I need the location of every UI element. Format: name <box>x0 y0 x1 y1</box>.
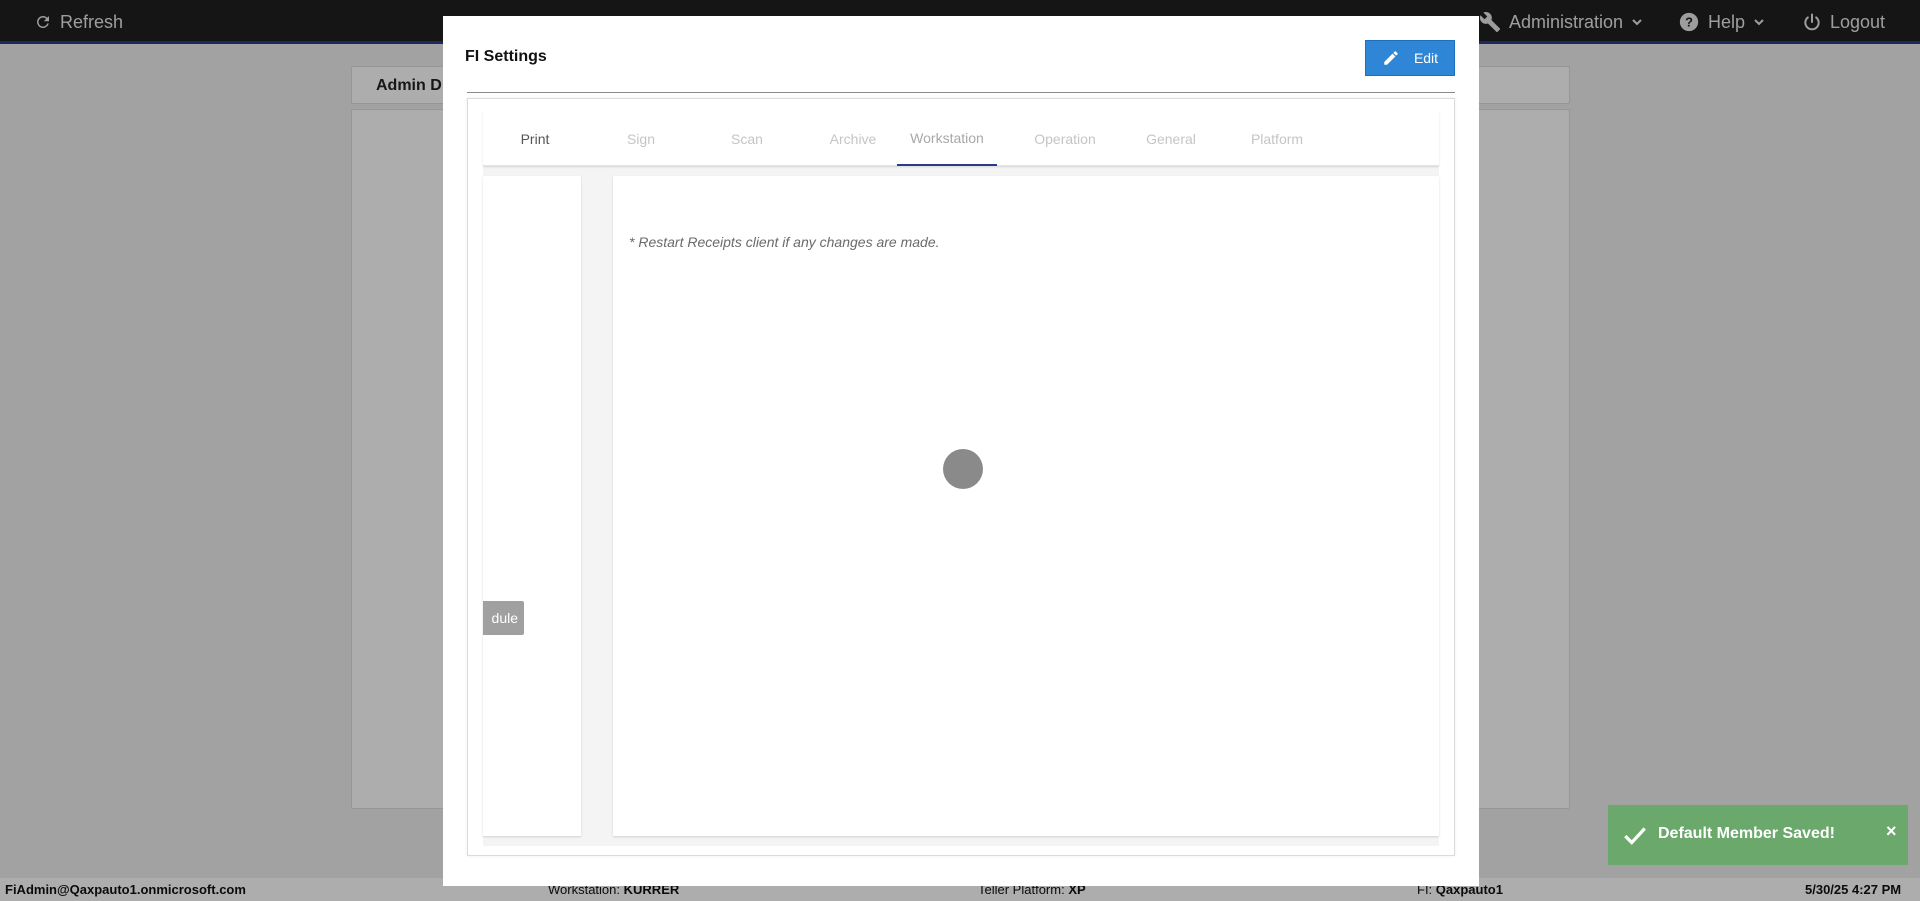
pencil-icon <box>1384 51 1398 65</box>
tab-workstation[interactable]: Workstation <box>897 111 997 166</box>
edit-button[interactable]: Edit <box>1365 40 1455 76</box>
restart-note: * Restart Receipts client if any changes… <box>629 234 940 250</box>
edit-label: Edit <box>1413 50 1439 66</box>
tab-operation[interactable]: Operation <box>1015 111 1115 166</box>
modal-header <box>467 40 1455 93</box>
success-toast: Default Member Saved! × <box>1608 805 1908 865</box>
settings-tabs: Print Sign Scan Archive Workstation Oper… <box>483 111 1439 166</box>
close-icon[interactable]: × <box>1886 821 1897 842</box>
tab-archive[interactable]: Archive <box>803 111 903 166</box>
loading-spinner <box>943 449 983 489</box>
tab-print[interactable]: Print <box>485 111 585 166</box>
toast-message: Default Member Saved! <box>1658 825 1835 842</box>
modal-title: FI Settings <box>465 48 547 65</box>
tab-general[interactable]: General <box>1121 111 1221 166</box>
check-icon <box>1624 827 1646 845</box>
tab-scan[interactable]: Scan <box>697 111 797 166</box>
tab-sign[interactable]: Sign <box>591 111 691 166</box>
workstation-detail-panel: * Restart Receipts client if any changes… <box>613 176 1439 836</box>
workstation-list-panel: dule <box>483 176 581 836</box>
schedule-button[interactable]: dule <box>483 601 524 635</box>
fi-settings-modal: FI Settings Edit Print Sign Scan Archive… <box>443 16 1479 886</box>
tab-platform[interactable]: Platform <box>1227 111 1327 166</box>
